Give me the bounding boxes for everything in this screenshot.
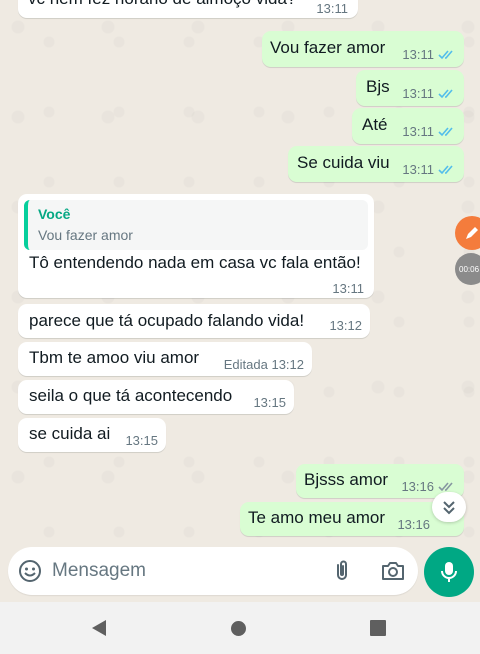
message-bubble-incoming[interactable]: seila o que tá acontecendo 13:15 bbox=[18, 380, 294, 414]
read-ticks-icon bbox=[438, 50, 453, 60]
message-composer[interactable]: Mensagem bbox=[8, 547, 418, 595]
message-text: parece que tá ocupado falando vida! bbox=[29, 311, 305, 330]
message-text: vc nem fez horário de almoço vida? bbox=[28, 0, 296, 9]
message-bubble-outgoing[interactable]: Se cuida viu 13:11 bbox=[288, 146, 464, 182]
message-text: Bjs bbox=[366, 77, 390, 96]
message-time: 13:12 bbox=[329, 318, 362, 333]
scroll-to-bottom-button[interactable] bbox=[432, 492, 466, 522]
recent-square-icon[interactable] bbox=[370, 620, 386, 636]
message-bubble-incoming[interactable]: vc nem fez horário de almoço vida? 13:11 bbox=[18, 0, 358, 18]
message-time: 13:15 bbox=[253, 395, 286, 410]
message-input[interactable]: Mensagem bbox=[52, 560, 146, 582]
pencil-icon bbox=[466, 227, 478, 239]
system-navigation-bar bbox=[0, 602, 480, 654]
message-text: seila o que tá acontecendo bbox=[29, 386, 233, 405]
message-bubble-outgoing[interactable]: Até 13:11 bbox=[352, 108, 464, 144]
message-bubble-outgoing[interactable]: Te amo meu amor 13:16 bbox=[240, 502, 464, 536]
double-chevron-down-icon bbox=[443, 501, 455, 515]
back-triangle-icon[interactable] bbox=[90, 619, 108, 637]
message-time: 13:11 bbox=[402, 47, 456, 62]
quoted-reply[interactable]: Você Vou fazer amor bbox=[24, 200, 368, 250]
message-text: Te amo meu amor bbox=[248, 508, 385, 527]
microphone-button[interactable] bbox=[424, 547, 474, 597]
emoji-icon[interactable] bbox=[18, 559, 42, 583]
message-bubble-incoming[interactable]: Tbm te amoo viu amor Editada 13:12 bbox=[18, 342, 312, 376]
reply-text: Vou fazer amor bbox=[38, 227, 133, 243]
read-ticks-icon bbox=[438, 127, 453, 137]
attach-clip-icon[interactable] bbox=[330, 559, 354, 583]
message-text: Bjsss amor bbox=[304, 470, 389, 489]
microphone-icon bbox=[441, 562, 457, 582]
message-text: Se cuida viu bbox=[297, 153, 390, 172]
message-bubble-incoming[interactable]: parece que tá ocupado falando vida! 13:1… bbox=[18, 304, 370, 338]
delivered-ticks-icon bbox=[438, 482, 453, 492]
message-time: 13:11 bbox=[316, 1, 348, 16]
message-text: Até bbox=[362, 115, 388, 134]
message-bubble-incoming-reply[interactable]: Você Vou fazer amor Tô entendendo nada e… bbox=[18, 194, 374, 298]
read-ticks-icon bbox=[438, 89, 453, 99]
message-time: 13:15 bbox=[125, 433, 158, 448]
reply-author: Você bbox=[38, 206, 71, 222]
camera-icon[interactable] bbox=[380, 559, 406, 583]
message-text: Vou fazer amor bbox=[270, 38, 386, 57]
message-time: 13:11 bbox=[402, 162, 456, 177]
message-time: 13:11 bbox=[402, 124, 456, 139]
message-time: Editada 13:12 bbox=[223, 357, 304, 372]
home-circle-icon[interactable] bbox=[231, 621, 246, 636]
message-time: 13:16 bbox=[397, 517, 430, 532]
message-time: 13:11 bbox=[402, 86, 456, 101]
chat-area[interactable]: vc nem fez horário de almoço vida? 13:11… bbox=[0, 0, 480, 546]
floating-timer-badge[interactable]: 00:06 bbox=[455, 253, 480, 285]
message-bubble-outgoing[interactable]: Vou fazer amor 13:11 bbox=[262, 31, 464, 67]
timer-label: 00:06 bbox=[459, 264, 480, 274]
message-bubble-incoming[interactable]: se cuida ai 13:15 bbox=[18, 418, 166, 452]
floating-edit-button[interactable] bbox=[455, 216, 480, 250]
message-text: Tbm te amoo viu amor bbox=[29, 348, 200, 367]
message-time: 13:11 bbox=[332, 281, 364, 296]
message-text: Tô entendendo nada em casa vc fala então… bbox=[29, 253, 361, 272]
message-text: se cuida ai bbox=[29, 424, 111, 443]
read-ticks-icon bbox=[438, 165, 453, 175]
message-bubble-outgoing[interactable]: Bjs 13:11 bbox=[356, 70, 464, 106]
